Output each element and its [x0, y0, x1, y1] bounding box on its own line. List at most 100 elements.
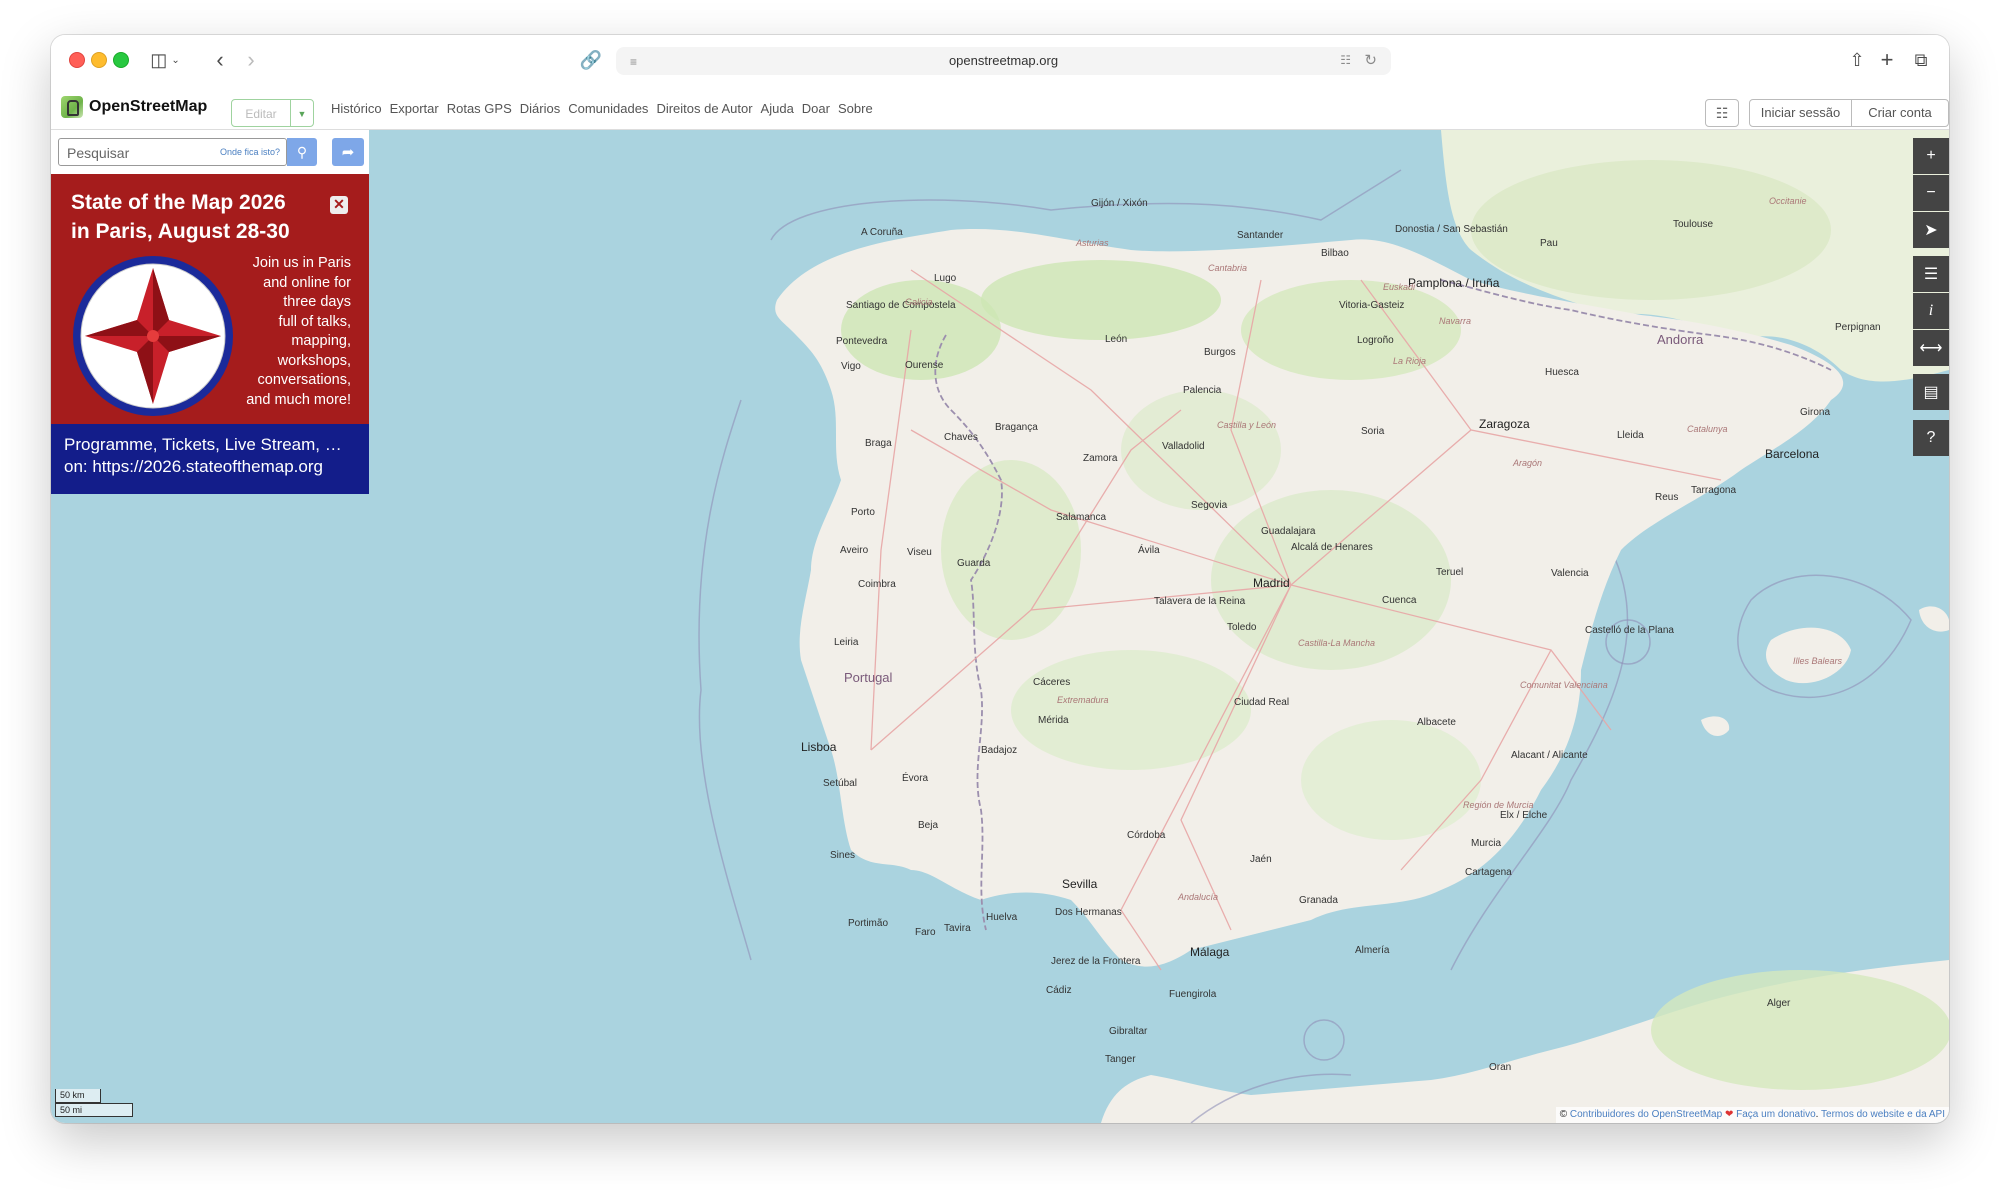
- city-label: Logroño: [1357, 335, 1394, 346]
- city-label: Córdoba: [1127, 830, 1166, 841]
- banner-text: Join us in Paris and online for three da…: [221, 254, 351, 410]
- city-label: Cartagena: [1465, 867, 1512, 878]
- city-label: Sevilla: [1062, 877, 1098, 891]
- attribution-donate-link[interactable]: Faça um donativo: [1736, 1109, 1816, 1120]
- share-icon: ⟷: [1919, 340, 1943, 357]
- city-label: Pontevedra: [836, 336, 888, 347]
- region-label: Navarra: [1439, 316, 1472, 326]
- attribution-terms-link[interactable]: Termos do website e da API: [1821, 1109, 1945, 1120]
- edit-dropdown-icon[interactable]: ▼: [290, 99, 314, 127]
- banner-text-line: full of talks,: [278, 313, 351, 330]
- city-label: Albacete: [1417, 717, 1456, 728]
- banner-title-line: State of the Map 2026: [71, 191, 286, 214]
- search-input[interactable]: [65, 140, 209, 166]
- city-label: Cádiz: [1046, 985, 1072, 996]
- banner-text-line: and online for: [263, 274, 351, 291]
- country-label: Andorra: [1657, 332, 1704, 347]
- city-label: Zamora: [1083, 453, 1118, 464]
- city-label: Gibraltar: [1109, 1026, 1148, 1037]
- city-label: Sines: [830, 850, 856, 861]
- city-label: Pamplona / Iruña: [1408, 276, 1500, 290]
- share-icon[interactable]: ⇧: [1845, 46, 1869, 74]
- login-button[interactable]: Iniciar sessão: [1749, 99, 1852, 127]
- forward-icon[interactable]: ›: [239, 46, 263, 74]
- city-label: Lleida: [1617, 430, 1644, 441]
- city-label: Lisboa: [801, 740, 837, 754]
- city-label: Barcelona: [1765, 447, 1820, 461]
- map-key-button[interactable]: i: [1913, 293, 1949, 329]
- search-button[interactable]: ⚲: [287, 138, 317, 166]
- translate-button-icon[interactable]: ☷: [1705, 99, 1739, 127]
- city-label: Faro: [915, 927, 936, 938]
- city-label: Alcalá de Henares: [1291, 542, 1373, 553]
- city-label: Girona: [1800, 407, 1831, 418]
- query-features-button[interactable]: ?: [1913, 420, 1949, 456]
- banner-text-line: three days: [283, 294, 351, 310]
- nav-communities[interactable]: Comunidades: [568, 101, 648, 116]
- city-label: Reus: [1655, 492, 1679, 503]
- sidebar: Onde fica isto? ⚲ ➦ State of the Map 202…: [51, 130, 369, 494]
- translate-icon[interactable]: ☷: [1340, 53, 1351, 67]
- close-window-button[interactable]: [69, 52, 85, 68]
- city-label: Santiago de Compostela: [846, 300, 956, 311]
- city-label: Perpignan: [1835, 322, 1881, 333]
- city-label: Castelló de la Plana: [1585, 625, 1674, 636]
- add-note-button[interactable]: ▤: [1913, 374, 1949, 410]
- city-label: Granada: [1299, 895, 1338, 906]
- osm-logo-text: OpenStreetMap: [89, 98, 208, 115]
- city-label: Setúbal: [823, 778, 857, 789]
- maximize-window-button[interactable]: [113, 52, 129, 68]
- layers-button[interactable]: ☰: [1913, 256, 1949, 292]
- banner-link-line: Programme, Tickets, Live Stream, …: [64, 435, 342, 454]
- share-map-button[interactable]: ⟷: [1913, 330, 1949, 366]
- banner-text-line: workshops,: [277, 352, 351, 369]
- address-bar[interactable]: ≡ openstreetmap.org ☷ ↻: [616, 47, 1391, 75]
- osm-logo[interactable]: OpenStreetMap: [61, 96, 207, 118]
- heart-icon: ❤: [1724, 1109, 1734, 1120]
- info-icon: i: [1928, 302, 1934, 319]
- nav-donate[interactable]: Doar: [802, 101, 830, 116]
- city-label: Alger: [1767, 998, 1791, 1009]
- tab-overview-icon[interactable]: ⧉: [1909, 46, 1933, 74]
- nav-help[interactable]: Ajuda: [761, 101, 794, 116]
- zoom-in-button[interactable]: +: [1913, 138, 1949, 174]
- banner-close-icon[interactable]: ✕: [330, 196, 348, 214]
- back-icon[interactable]: ‹: [208, 46, 232, 74]
- search-box[interactable]: Onde fica isto?: [58, 138, 287, 166]
- minus-icon: −: [1926, 184, 1936, 201]
- location-arrow-icon: ➤: [1924, 222, 1938, 239]
- minimize-window-button[interactable]: [91, 52, 107, 68]
- nav-history[interactable]: Histórico: [331, 101, 382, 116]
- sotm-banner[interactable]: State of the Map 2026 in Paris, August 2…: [51, 174, 369, 494]
- nav-export[interactable]: Exportar: [390, 101, 439, 116]
- city-label: Ávila: [1138, 545, 1160, 556]
- osm-logo-icon: [61, 96, 83, 118]
- city-label: Tavira: [944, 923, 971, 934]
- question-icon: ?: [1926, 429, 1936, 446]
- directions-button[interactable]: ➦: [332, 138, 364, 166]
- nav-about[interactable]: Sobre: [838, 101, 873, 116]
- new-tab-icon[interactable]: +: [1875, 46, 1899, 74]
- signup-button[interactable]: Criar conta: [1851, 99, 1949, 127]
- city-label: Leiria: [834, 637, 859, 648]
- nav-diaries[interactable]: Diários: [520, 101, 560, 116]
- region-label: Occitanie: [1769, 196, 1807, 206]
- link-icon[interactable]: 🔗: [579, 46, 603, 74]
- sidebar-toggle-icon[interactable]: ◫ ⌄: [145, 46, 185, 74]
- zoom-out-button[interactable]: −: [1913, 175, 1949, 211]
- banner-link-text[interactable]: Programme, Tickets, Live Stream, … on: h…: [64, 434, 364, 478]
- city-label: Évora: [902, 773, 929, 784]
- city-label: Chaves: [944, 432, 978, 443]
- city-label: Santander: [1237, 230, 1284, 241]
- sotm-emblem-icon: [73, 256, 233, 416]
- attribution-contrib-link[interactable]: Contribuidores do OpenStreetMap: [1570, 1109, 1722, 1120]
- edit-button[interactable]: Editar: [231, 99, 291, 127]
- locate-button[interactable]: ➤: [1913, 212, 1949, 248]
- scale-km: 50 km: [55, 1089, 101, 1103]
- where-is-this-link[interactable]: Onde fica isto?: [220, 147, 280, 157]
- region-label: Illes Balears: [1793, 656, 1843, 666]
- reload-icon[interactable]: ↻: [1364, 51, 1377, 69]
- banner-title: State of the Map 2026 in Paris, August 2…: [71, 188, 321, 246]
- nav-copyright[interactable]: Direitos de Autor: [656, 101, 752, 116]
- nav-gps-traces[interactable]: Rotas GPS: [447, 101, 512, 116]
